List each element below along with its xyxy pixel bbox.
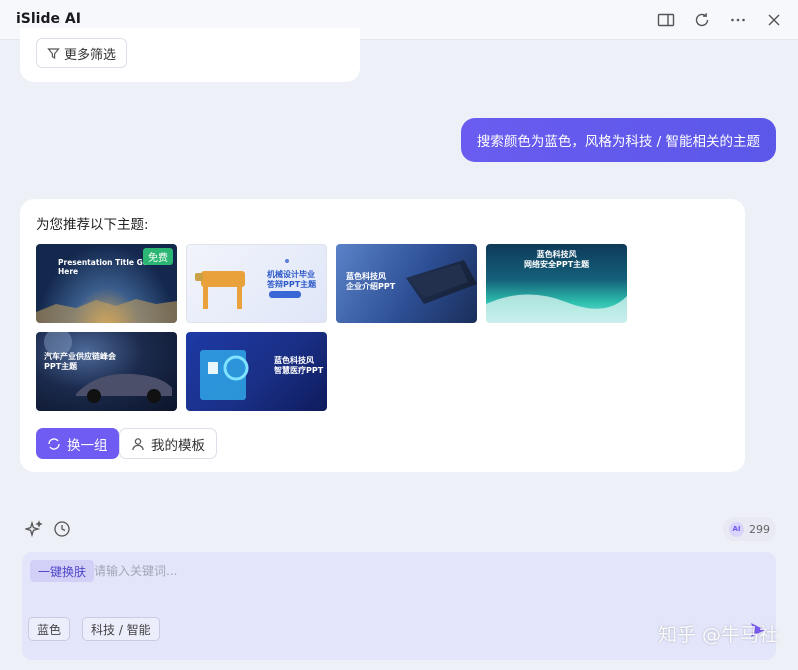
- free-badge: 免费: [143, 248, 173, 265]
- refresh-group-label: 换一组: [67, 437, 108, 454]
- theme-result-card: 为您推荐以下主题: Presentation Title Goes Here 免…: [20, 199, 745, 472]
- sparkle-icon[interactable]: [24, 519, 44, 539]
- ai-credit-icon: AI: [729, 521, 744, 537]
- refresh-icon: [48, 437, 60, 450]
- close-icon[interactable]: [764, 10, 784, 30]
- keyword-input[interactable]: [94, 561, 654, 581]
- result-intro: 为您推荐以下主题:: [36, 217, 149, 233]
- more-filters-button[interactable]: 更多筛选: [36, 38, 128, 68]
- panel-toggle-icon[interactable]: [656, 10, 676, 30]
- previous-message-card: 更多筛选: [20, 28, 360, 82]
- watermark: 知乎 @牛马社: [657, 624, 778, 646]
- theme-thumbnail-1[interactable]: Presentation Title Goes Here 免费: [36, 244, 177, 323]
- theme-thumbnail-4[interactable]: 蓝色科技风 网络安全PPT主题: [486, 244, 627, 323]
- app-title: iSlide AI: [16, 11, 81, 27]
- user-message-text: 搜索颜色为蓝色，风格为科技 / 智能相关的主题: [476, 134, 760, 150]
- theme-title-3: 蓝色科技风 企业介绍PPT: [346, 272, 396, 291]
- theme-thumbnail-6[interactable]: 蓝色科技风 智慧医疗PPT: [186, 332, 327, 411]
- user-message-bubble: 搜索颜色为蓝色，风格为科技 / 智能相关的主题: [460, 118, 776, 162]
- theme-thumbnail-3[interactable]: 蓝色科技风 企业介绍PPT: [336, 244, 477, 323]
- user-icon: [132, 437, 144, 450]
- ai-credit-counter: AI 299: [723, 517, 776, 541]
- theme-title-4: 蓝色科技风 网络安全PPT主题: [524, 250, 590, 269]
- refresh-icon[interactable]: [692, 10, 712, 30]
- theme-title-5: 汽车产业供应链峰会 PPT主题: [44, 352, 116, 371]
- theme-title-6: 蓝色科技风 智慧医疗PPT: [274, 356, 324, 375]
- my-templates-label: 我的模板: [151, 437, 205, 454]
- filter-icon: [47, 47, 60, 59]
- my-templates-button[interactable]: 我的模板: [119, 428, 217, 459]
- one-click-skin-tag[interactable]: 一键换肤: [30, 560, 95, 582]
- theme-thumbnail-2[interactable]: 机械设计毕业 答辩PPT主题: [186, 244, 327, 323]
- theme-title-2: 机械设计毕业 答辩PPT主题: [267, 270, 317, 289]
- theme-thumbnail-5[interactable]: 汽车产业供应链峰会 PPT主题: [36, 332, 177, 411]
- keyword-chip-tech[interactable]: 科技 / 智能: [82, 617, 160, 641]
- keyword-chip-blue[interactable]: 蓝色: [28, 617, 71, 641]
- refresh-group-button[interactable]: 换一组: [36, 428, 119, 459]
- ai-credit-value: 299: [749, 522, 770, 536]
- more-filters-label: 更多筛选: [64, 47, 117, 63]
- history-icon[interactable]: [52, 519, 72, 539]
- more-icon[interactable]: [728, 10, 748, 30]
